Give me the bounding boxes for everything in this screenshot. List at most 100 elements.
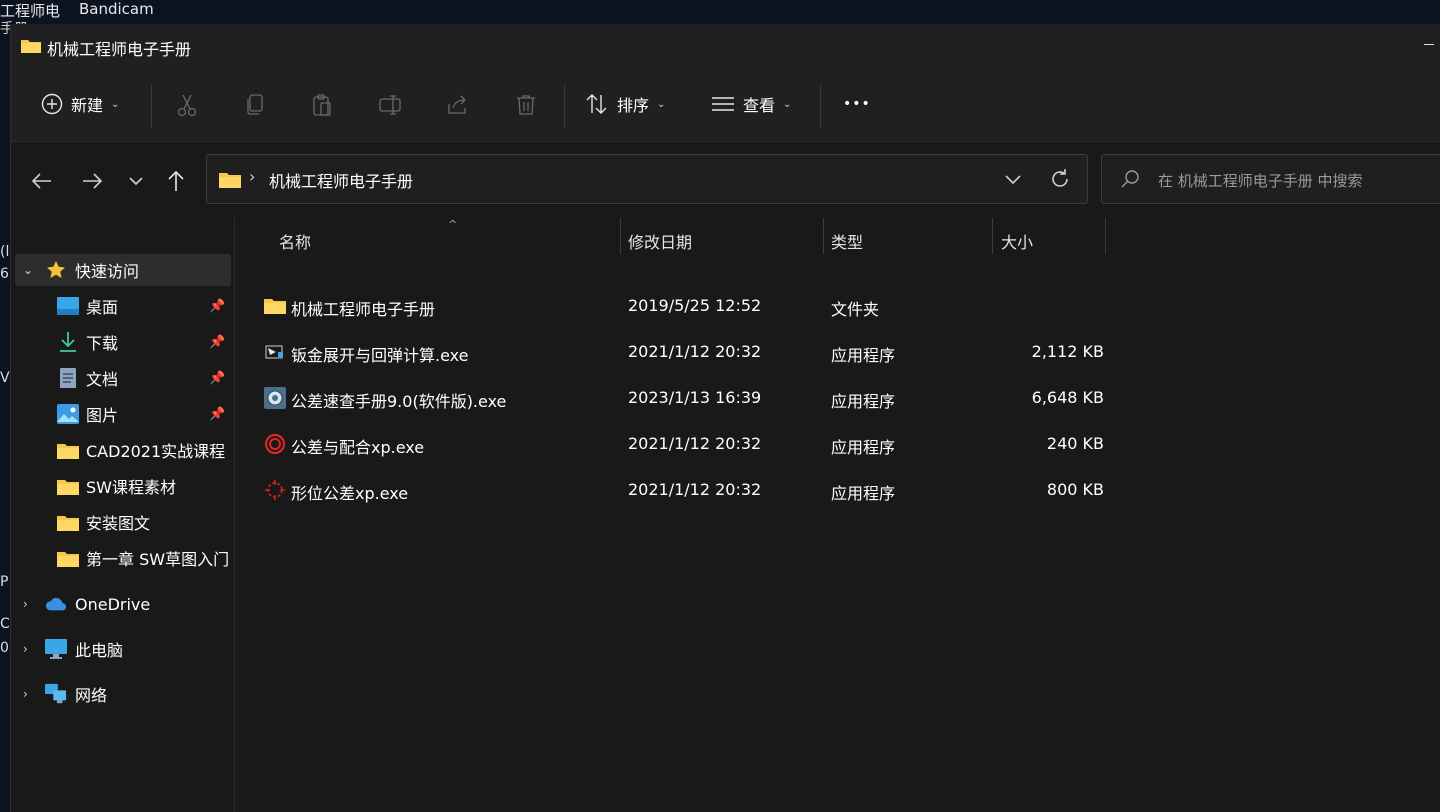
file-row[interactable]: 公差与配合xp.exe 2021/1/12 20:32 应用程序 240 KB <box>236 421 1440 467</box>
folder-icon <box>264 299 286 314</box>
command-bar: 新建 ⌄ 排序 ⌄ 查看 ⌄ ••• <box>11 68 1440 142</box>
chevron-right-icon[interactable]: › <box>23 687 28 701</box>
pin-icon: 📌 <box>209 370 226 386</box>
pin-icon: 📌 <box>209 334 226 350</box>
nav-this-pc[interactable]: › 此电脑 <box>11 633 234 665</box>
refresh-icon[interactable] <box>1049 167 1071 191</box>
address-history-chevron-icon[interactable] <box>1003 168 1023 190</box>
column-header-size[interactable]: 大小 <box>1001 218 1033 264</box>
pin-icon: 📌 <box>209 406 226 422</box>
file-size: 6,648 KB <box>1031 388 1104 407</box>
forward-arrow-icon[interactable] <box>79 168 105 194</box>
file-row[interactable]: 公差速查手册9.0(软件版).exe 2023/1/13 16:39 应用程序 … <box>236 375 1440 421</box>
more-options-button[interactable]: ••• <box>843 82 871 126</box>
column-header-label: 修改日期 <box>628 233 693 252</box>
nav-item-desktop[interactable]: 桌面 📌 <box>11 290 234 322</box>
file-row[interactable]: 钣金展开与回弹计算.exe 2021/1/12 20:32 应用程序 2,112… <box>236 329 1440 375</box>
chevron-down-icon[interactable]: ⌄ <box>23 263 33 277</box>
rename-icon[interactable] <box>377 92 403 118</box>
cut-icon[interactable] <box>174 92 200 118</box>
nav-item-install-guide[interactable]: 安装图文 <box>11 506 234 538</box>
title-bar[interactable]: 机械工程师电子手册 <box>11 24 1440 68</box>
more-icon: ••• <box>843 96 871 112</box>
recent-locations-chevron-icon[interactable] <box>123 168 149 194</box>
breadcrumb-current[interactable]: 机械工程师电子手册 <box>269 168 413 192</box>
file-size: 240 KB <box>1046 434 1104 453</box>
back-arrow-icon[interactable] <box>29 168 55 194</box>
app-icon <box>265 345 283 359</box>
address-row: › 机械工程师电子手册 在 机械工程师电子手册 中搜索 <box>11 142 1440 218</box>
plus-circle-icon <box>41 93 63 115</box>
view-label: 查看 <box>743 96 776 115</box>
folder-icon <box>57 476 79 496</box>
sort-button[interactable]: 排序 ⌄ <box>585 82 665 126</box>
star-icon <box>45 260 67 280</box>
nav-item-downloads[interactable]: 下载 📌 <box>11 326 234 358</box>
nav-onedrive[interactable]: › OneDrive <box>11 588 234 620</box>
nav-item-chapter-one[interactable]: 第一章 SW草图入门 <box>11 542 234 574</box>
sidebar-item-label: SW课程素材 <box>86 478 176 497</box>
up-arrow-icon[interactable] <box>163 168 189 194</box>
desktop-edge-fragment: CI <box>0 616 10 632</box>
nav-quick-access-label: 快速访问 <box>75 262 140 281</box>
minimize-button[interactable] <box>1424 44 1434 45</box>
column-header-name[interactable]: 名称 <box>279 218 311 264</box>
file-modified: 2021/1/12 20:32 <box>628 342 762 361</box>
sidebar-item-label: CAD2021实战课程 <box>86 442 226 461</box>
window-title: 机械工程师电子手册 <box>47 40 192 59</box>
nav-onedrive-label: OneDrive <box>75 594 151 614</box>
chevron-right-icon[interactable]: › <box>23 597 28 611</box>
nav-item-pictures[interactable]: 图片 📌 <box>11 398 234 430</box>
new-button[interactable]: 新建 ⌄ <box>41 82 119 126</box>
sidebar-item-label: 文档 <box>86 370 119 389</box>
download-icon <box>57 332 79 352</box>
file-type: 应用程序 <box>831 438 896 457</box>
sort-icon <box>586 94 607 114</box>
red-target-icon <box>265 480 285 500</box>
pictures-icon <box>57 404 79 424</box>
desktop-edge-fragment: 02 <box>0 640 10 656</box>
folder-icon <box>57 440 79 460</box>
toolbar-divider <box>820 84 821 128</box>
folder-icon <box>219 173 241 188</box>
column-header-modified[interactable]: 修改日期 <box>628 218 692 264</box>
nav-quick-access[interactable]: ⌄ 快速访问 <box>15 254 231 286</box>
file-name: 钣金展开与回弹计算.exe <box>291 346 469 365</box>
folder-icon <box>57 548 79 568</box>
paste-icon[interactable] <box>309 92 335 118</box>
nav-item-documents[interactable]: 文档 📌 <box>11 362 234 394</box>
search-icon <box>1121 170 1139 188</box>
column-header-type[interactable]: 类型 <box>831 218 863 264</box>
nav-item-sw-materials[interactable]: SW课程素材 <box>11 470 234 502</box>
file-size: 2,112 KB <box>1031 342 1104 361</box>
file-name: 机械工程师电子手册 <box>291 300 436 319</box>
desktop-edge-fragment: (l <box>0 244 10 260</box>
nav-this-pc-label: 此电脑 <box>75 641 124 660</box>
desktop-icon <box>57 296 79 316</box>
file-row[interactable]: 形位公差xp.exe 2021/1/12 20:32 应用程序 800 KB <box>236 467 1440 513</box>
tolerance-app-icon <box>264 387 286 409</box>
chevron-right-icon[interactable]: › <box>23 642 28 656</box>
sort-ascending-icon: ^ <box>448 218 458 231</box>
column-divider[interactable] <box>992 218 993 254</box>
view-button[interactable]: 查看 ⌄ <box>711 82 791 126</box>
nav-item-cad2021[interactable]: CAD2021实战课程 <box>11 434 234 466</box>
share-icon[interactable] <box>445 92 471 118</box>
nav-network[interactable]: › 网络 <box>11 678 234 710</box>
delete-icon[interactable] <box>513 92 539 118</box>
toolbar-divider <box>151 84 152 128</box>
column-divider[interactable] <box>620 218 621 254</box>
copy-icon[interactable] <box>242 92 268 118</box>
column-header-label: 大小 <box>1001 233 1034 252</box>
column-divider[interactable] <box>1105 218 1106 254</box>
computer-icon <box>45 639 67 659</box>
file-size: 800 KB <box>1046 480 1104 499</box>
red-ring-icon <box>264 433 286 455</box>
search-box[interactable]: 在 机械工程师电子手册 中搜索 <box>1101 154 1440 204</box>
column-divider[interactable] <box>823 218 824 254</box>
desktop-edge-fragment: V <box>0 370 10 386</box>
column-header-label: 名称 <box>279 233 312 252</box>
file-row[interactable]: 机械工程师电子手册 2019/5/25 12:52 文件夹 <box>236 283 1440 329</box>
address-bar[interactable]: › 机械工程师电子手册 <box>206 154 1088 204</box>
document-icon <box>57 368 79 388</box>
